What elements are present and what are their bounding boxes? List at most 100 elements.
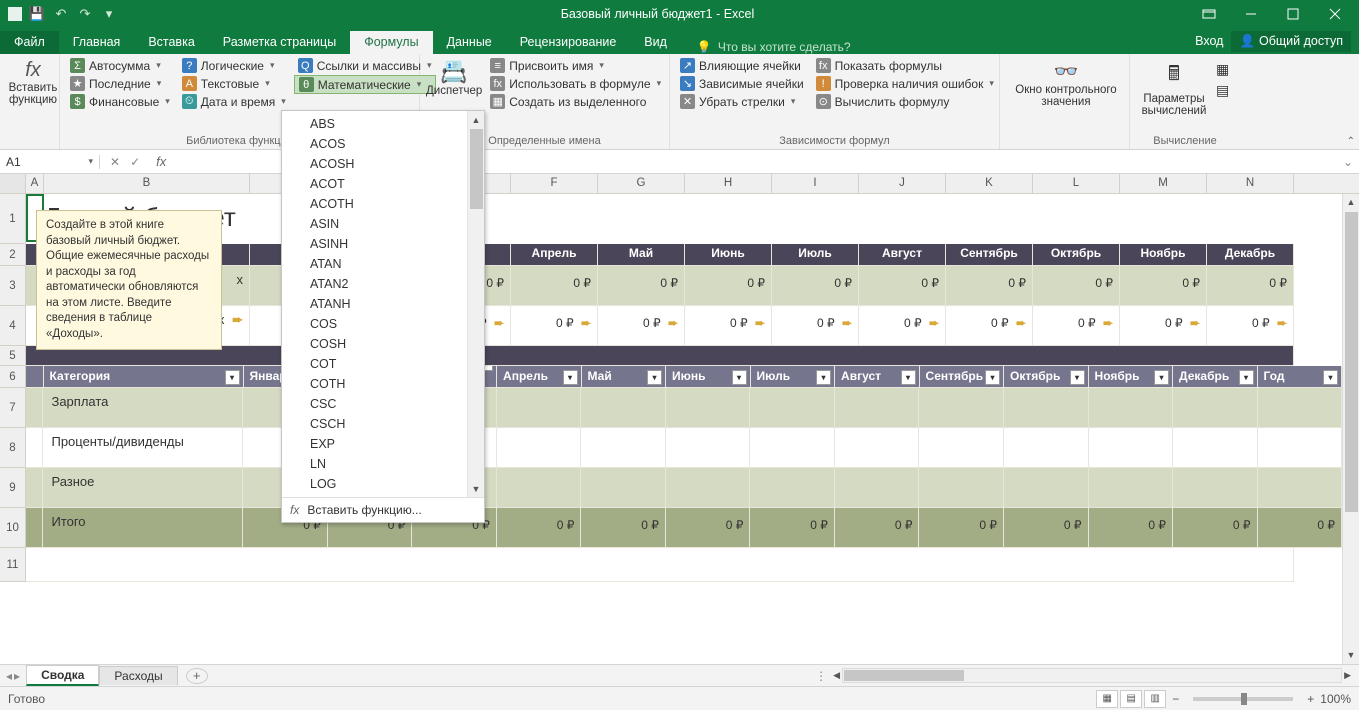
filter-button[interactable]: ▾: [563, 370, 578, 385]
undo-icon[interactable]: ↶: [52, 5, 70, 23]
menu-item-csc[interactable]: CSC: [282, 394, 484, 414]
insert-function-button[interactable]: fx Вставить функцию: [6, 57, 60, 106]
share-button[interactable]: 👤 Общий доступ: [1231, 31, 1351, 52]
sheet-tab-summary[interactable]: Сводка: [26, 665, 99, 686]
menu-item-coth[interactable]: COTH: [282, 374, 484, 394]
sheet-nav[interactable]: ◂▸: [0, 669, 26, 683]
close-button[interactable]: [1315, 1, 1355, 27]
zoom-out-icon[interactable]: −: [1172, 692, 1179, 706]
name-box[interactable]: A1 ▾: [0, 155, 100, 169]
enter-icon[interactable]: ✓: [130, 155, 140, 169]
tab-split-handle[interactable]: ⋮: [815, 669, 827, 683]
filter-button[interactable]: ▾: [225, 370, 240, 385]
col-header[interactable]: M: [1120, 174, 1207, 193]
collapse-ribbon-icon[interactable]: ⌃: [1347, 136, 1355, 147]
category-cell[interactable]: Проценты/дивиденды: [43, 428, 243, 468]
logical-button[interactable]: ?Логические▾: [178, 57, 290, 74]
expand-formula-bar-icon[interactable]: ⌄: [1337, 155, 1359, 169]
menu-item-cot[interactable]: COT: [282, 354, 484, 374]
scroll-down-icon[interactable]: ▼: [1343, 647, 1359, 664]
menu-item-atan2[interactable]: ATAN2: [282, 274, 484, 294]
trace-dependents-button[interactable]: ↘Зависимые ячейки: [676, 75, 808, 92]
trace-precedents-button[interactable]: ↗Влияющие ячейки: [676, 57, 808, 74]
scroll-up-icon[interactable]: ▲: [1343, 194, 1359, 211]
col-header[interactable]: H: [685, 174, 772, 193]
view-page-break-icon[interactable]: ▥: [1144, 690, 1166, 708]
view-page-layout-icon[interactable]: ▤: [1120, 690, 1142, 708]
show-formulas-button[interactable]: fxПоказать формулы: [812, 57, 998, 74]
zoom-handle[interactable]: [1241, 693, 1247, 705]
menu-item-acoth[interactable]: ACOTH: [282, 194, 484, 214]
filter-button[interactable]: ▾: [732, 370, 747, 385]
menu-item-abs[interactable]: ABS: [282, 114, 484, 134]
scroll-up-icon[interactable]: ▲: [468, 111, 484, 128]
fx-icon[interactable]: fx: [156, 154, 166, 169]
evaluate-formula-button[interactable]: ⊙Вычислить формулу: [812, 93, 998, 110]
zoom-in-icon[interactable]: +: [1307, 692, 1314, 706]
col-header[interactable]: K: [946, 174, 1033, 193]
zoom-slider[interactable]: [1193, 697, 1293, 701]
sheet-content[interactable]: Личный бюджетЯнвАпрельМайИюньИюльАвгустС…: [26, 194, 1342, 582]
lookup-button[interactable]: QСсылки и массивы▾: [294, 57, 436, 74]
row-header[interactable]: 4: [0, 306, 26, 346]
filter-button[interactable]: ▾: [1154, 370, 1169, 385]
maximize-button[interactable]: [1273, 1, 1313, 27]
tab-file[interactable]: Файл: [0, 31, 59, 54]
tab-home[interactable]: Главная: [59, 31, 135, 54]
insert-function-menu-item[interactable]: fx Вставить функцию...: [282, 497, 484, 522]
filter-button[interactable]: ▾: [1070, 370, 1085, 385]
scroll-thumb[interactable]: [470, 129, 483, 209]
col-header[interactable]: B: [44, 174, 250, 193]
col-header[interactable]: N: [1207, 174, 1294, 193]
filter-button[interactable]: ▾: [1239, 370, 1254, 385]
calc-sheet-icon[interactable]: ▤: [1216, 82, 1229, 99]
filter-button[interactable]: ▾: [1323, 370, 1338, 385]
customize-qat-icon[interactable]: ▾: [100, 5, 118, 23]
zoom-level[interactable]: 100%: [1320, 692, 1351, 706]
redo-icon[interactable]: ↷: [76, 5, 94, 23]
financial-button[interactable]: $Финансовые▾: [66, 93, 174, 110]
menu-item-asin[interactable]: ASIN: [282, 214, 484, 234]
col-header[interactable]: A: [26, 174, 44, 193]
row-header[interactable]: 11: [0, 548, 26, 582]
hscroll-left-icon[interactable]: ◀: [833, 670, 840, 681]
menu-item-exp[interactable]: EXP: [282, 434, 484, 454]
col-header[interactable]: J: [859, 174, 946, 193]
col-header[interactable]: F: [511, 174, 598, 193]
row-header[interactable]: 7: [0, 388, 26, 428]
vertical-scrollbar[interactable]: ▲ ▼: [1342, 194, 1359, 664]
menu-item-cos[interactable]: COS: [282, 314, 484, 334]
tab-formulas[interactable]: Формулы: [350, 31, 432, 54]
col-header[interactable]: G: [598, 174, 685, 193]
hscroll-right-icon[interactable]: ▶: [1344, 670, 1351, 681]
select-all-button[interactable]: [0, 174, 26, 193]
cancel-icon[interactable]: ✕: [110, 155, 120, 169]
signin-link[interactable]: Вход: [1195, 34, 1223, 48]
menu-item-atan[interactable]: ATAN: [282, 254, 484, 274]
ribbon-options-icon[interactable]: [1189, 1, 1229, 27]
tab-insert[interactable]: Вставка: [134, 31, 208, 54]
row-header[interactable]: 1: [0, 194, 26, 244]
menu-item-atanh[interactable]: ATANH: [282, 294, 484, 314]
minimize-button[interactable]: [1231, 1, 1271, 27]
category-cell[interactable]: Разное: [43, 468, 243, 508]
row-header[interactable]: 3: [0, 266, 26, 306]
datetime-button[interactable]: ⏲Дата и время▾: [178, 93, 290, 110]
name-box-dropdown-icon[interactable]: ▾: [88, 156, 93, 167]
calc-now-icon[interactable]: ▦: [1216, 61, 1229, 78]
category-cell[interactable]: Итого: [43, 508, 243, 548]
col-header[interactable]: I: [772, 174, 859, 193]
new-sheet-button[interactable]: +: [186, 668, 208, 684]
name-manager-button[interactable]: 📇 Диспетчер: [426, 57, 482, 110]
menu-item-log[interactable]: LOG: [282, 474, 484, 494]
row-header[interactable]: 6: [0, 366, 26, 388]
vertical-scroll-thumb[interactable]: [1345, 212, 1358, 512]
math-trig-button[interactable]: θМатематические▾: [294, 75, 436, 94]
filter-button[interactable]: ▾: [901, 370, 916, 385]
text-button[interactable]: AТекстовые▾: [178, 75, 290, 92]
horizontal-scrollbar[interactable]: [842, 668, 1342, 683]
scroll-down-icon[interactable]: ▼: [468, 480, 484, 497]
use-in-formula-button[interactable]: fxИспользовать в формуле▾: [486, 75, 665, 92]
view-normal-icon[interactable]: ▦: [1096, 690, 1118, 708]
watch-window-button[interactable]: 👓 Окно контрольного значения: [1006, 57, 1126, 108]
